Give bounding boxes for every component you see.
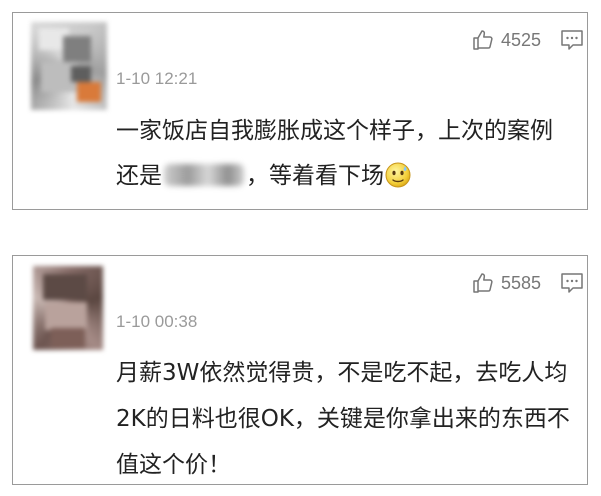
redacted-blur: [164, 164, 244, 186]
comment-bubble-icon[interactable]: [559, 270, 585, 296]
comment-card: 4525 1-10 12:21 一家饭店自我膨胀成这个样子，上次的案例还是 ，等着…: [12, 12, 588, 210]
smiley-sweat-icon: [385, 162, 411, 188]
comment-card: 5585 1-10 00:38 月薪3W依然觉得贵，不是吃不起，去吃人均2K的日…: [12, 255, 588, 485]
like-count: 4525: [500, 29, 541, 50]
comment-time: 1-10 12:21: [116, 69, 198, 88]
avatar[interactable]: [33, 266, 103, 350]
comment-bubble-icon[interactable]: [559, 27, 585, 53]
comment-time: 1-10 00:38: [116, 312, 198, 331]
comment-text-part: 月薪3W依然觉得贵，不是吃不起，去吃人均2K的日料也很OK，关键是你拿出来的东西…: [116, 360, 570, 478]
comment-text: 一家饭店自我膨胀成这个样子，上次的案例还是 ，等着看下场: [116, 109, 573, 199]
like-count: 5585: [500, 272, 541, 293]
like-button[interactable]: 4525: [471, 28, 541, 52]
like-button[interactable]: 5585: [471, 271, 541, 295]
comment-text: 月薪3W依然觉得贵，不是吃不起，去吃人均2K的日料也很OK，关键是你拿出来的东西…: [116, 350, 573, 488]
thumbs-up-icon: [473, 30, 493, 50]
comment-text-part: ，等着看下场: [246, 163, 384, 189]
thumbs-up-icon: [473, 273, 493, 293]
avatar[interactable]: [31, 22, 107, 110]
